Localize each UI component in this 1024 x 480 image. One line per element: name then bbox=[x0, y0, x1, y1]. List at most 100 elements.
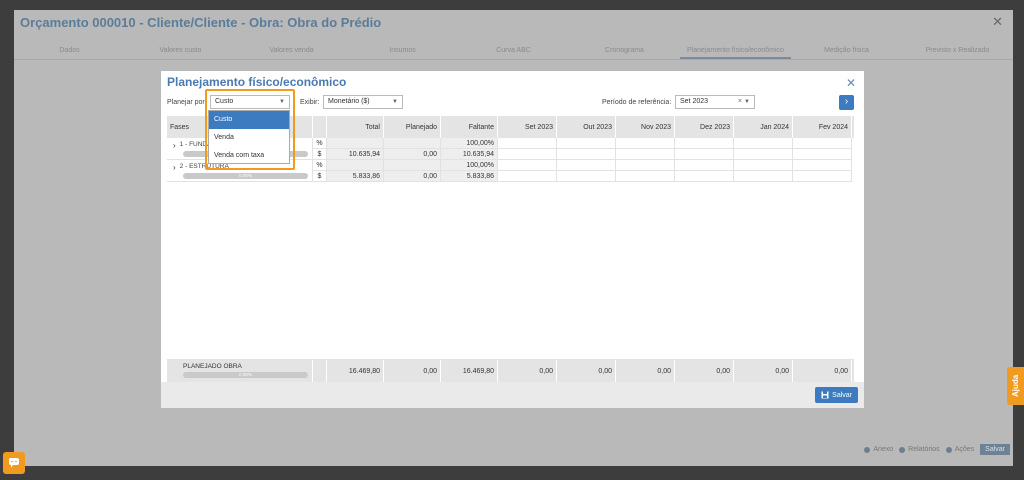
header-month: Out 2023 bbox=[557, 116, 616, 138]
unit-cell: % bbox=[313, 160, 327, 171]
background-save-label: Salvar bbox=[985, 446, 1005, 453]
background-footer: Anexo Relatórios Ações Salvar bbox=[864, 444, 1010, 455]
faltante-cell: 100,00% bbox=[441, 160, 498, 171]
close-icon[interactable]: ✕ bbox=[846, 76, 856, 90]
month-cell[interactable] bbox=[616, 149, 675, 160]
month-cell[interactable] bbox=[675, 138, 734, 149]
table-row: 0,00% $ 5.833,86 0,00 5.833,86 bbox=[167, 171, 854, 182]
footer-label-cell: PLANEJADO OBRA 0,00% bbox=[167, 360, 313, 382]
save-icon bbox=[821, 391, 829, 399]
planejado-cell: 0,00 bbox=[384, 171, 441, 182]
save-button[interactable]: Salvar bbox=[815, 387, 858, 403]
month-cell[interactable] bbox=[557, 138, 616, 149]
month-cell[interactable] bbox=[616, 138, 675, 149]
footer-unit bbox=[313, 360, 327, 382]
header-faltante: Faltante bbox=[441, 116, 498, 138]
month-cell[interactable] bbox=[734, 171, 793, 182]
month-cell[interactable] bbox=[616, 160, 675, 171]
progress-bar: 0,00% bbox=[183, 173, 308, 179]
faltante-cell: 5.833,86 bbox=[441, 171, 498, 182]
relatorios-icon bbox=[899, 446, 906, 453]
footer-month: 0,00 bbox=[793, 360, 852, 382]
exibir-label: Exibir: bbox=[300, 99, 320, 106]
footer-month: 0,00 bbox=[557, 360, 616, 382]
unit-cell: $ bbox=[313, 171, 327, 182]
tab-curva-abc[interactable]: Curva ABC bbox=[458, 42, 569, 59]
tab-insumos[interactable]: Insumos bbox=[347, 42, 458, 59]
highlight-box bbox=[205, 89, 295, 170]
table-body-empty bbox=[167, 182, 854, 360]
periodo-label: Período de referência: bbox=[602, 99, 672, 106]
footer-label: PLANEJADO OBRA bbox=[183, 363, 242, 370]
tab-planejamento[interactable]: Planejamento físico/econômico bbox=[680, 42, 791, 59]
acoes-icon bbox=[945, 446, 952, 453]
footer-planejado: 0,00 bbox=[384, 360, 441, 382]
chat-button[interactable] bbox=[3, 452, 25, 474]
header-unit bbox=[313, 116, 327, 138]
clear-icon[interactable]: × bbox=[738, 96, 742, 108]
total-cell: 5.833,86 bbox=[327, 171, 384, 182]
exibir-select[interactable]: Monetário ($) ▼ bbox=[323, 95, 403, 109]
phase-cell: 0,00% bbox=[167, 171, 313, 182]
tab-cronograma[interactable]: Cronograma bbox=[569, 42, 680, 59]
exibir-value: Monetário ($) bbox=[328, 98, 370, 105]
acoes-label: Ações bbox=[954, 446, 975, 453]
header-planejado: Planejado bbox=[384, 116, 441, 138]
next-period-button[interactable]: › bbox=[839, 95, 854, 110]
month-cell[interactable] bbox=[498, 171, 557, 182]
month-cell[interactable] bbox=[734, 138, 793, 149]
header-month: Jan 2024 bbox=[734, 116, 793, 138]
total-cell: 10.635,94 bbox=[327, 149, 384, 160]
background-title: Orçamento 000010 - Cliente/Cliente - Obr… bbox=[20, 15, 382, 30]
month-cell[interactable] bbox=[793, 160, 852, 171]
month-cell[interactable] bbox=[498, 138, 557, 149]
acoes-button[interactable]: Ações bbox=[945, 446, 975, 453]
tab-valores-custo[interactable]: Valores custo bbox=[125, 42, 236, 59]
tab-valores-venda[interactable]: Valores venda bbox=[236, 42, 347, 59]
month-cell[interactable] bbox=[793, 171, 852, 182]
month-cell[interactable] bbox=[734, 149, 793, 160]
periodo-select[interactable]: Set 2023 × ▼ bbox=[675, 95, 755, 109]
faltante-cell: 100,00% bbox=[441, 138, 498, 149]
chevron-down-icon: ▼ bbox=[744, 99, 750, 105]
table-footer: PLANEJADO OBRA 0,00% 16.469,80 0,00 16.4… bbox=[167, 360, 854, 382]
month-cell[interactable] bbox=[557, 160, 616, 171]
month-cell[interactable] bbox=[675, 149, 734, 160]
faltante-cell: 10.635,94 bbox=[441, 149, 498, 160]
anexo-button[interactable]: Anexo bbox=[864, 446, 893, 453]
periodo-value: Set 2023 bbox=[680, 98, 709, 105]
header-month: Nov 2023 bbox=[616, 116, 675, 138]
month-cell[interactable] bbox=[793, 138, 852, 149]
tab-previsto-realizado[interactable]: Previsto x Realizado bbox=[902, 42, 1013, 59]
unit-cell: % bbox=[313, 138, 327, 149]
background-close-icon[interactable]: ✕ bbox=[992, 14, 1003, 30]
month-cell[interactable] bbox=[557, 149, 616, 160]
month-cell[interactable] bbox=[675, 160, 734, 171]
modal-footer: Salvar bbox=[161, 382, 864, 408]
header-month: Fev 2024 bbox=[793, 116, 852, 138]
footer-progress-bar: 0,00% bbox=[183, 372, 308, 378]
month-cell[interactable] bbox=[734, 160, 793, 171]
modal-title: Planejamento físico/econômico bbox=[167, 75, 347, 89]
anexo-icon bbox=[864, 446, 871, 453]
month-cell[interactable] bbox=[498, 149, 557, 160]
background-save-button[interactable]: Salvar bbox=[980, 444, 1010, 455]
month-cell[interactable] bbox=[498, 160, 557, 171]
background-tabs: Dados Valores custo Valores venda Insumo… bbox=[14, 42, 1013, 60]
month-cell[interactable] bbox=[557, 171, 616, 182]
relatorios-label: Relatórios bbox=[908, 446, 940, 453]
month-cell[interactable] bbox=[616, 171, 675, 182]
tab-medicao-fisica[interactable]: Medição física bbox=[791, 42, 902, 59]
month-cell[interactable] bbox=[675, 171, 734, 182]
chevron-right-icon: › bbox=[844, 96, 849, 107]
footer-month: 0,00 bbox=[498, 360, 557, 382]
help-tab[interactable]: Ajuda bbox=[1007, 367, 1024, 405]
total-cell bbox=[327, 138, 384, 149]
relatorios-button[interactable]: Relatórios bbox=[899, 446, 940, 453]
header-total: Total bbox=[327, 116, 384, 138]
month-cell[interactable] bbox=[793, 149, 852, 160]
planejado-cell bbox=[384, 160, 441, 171]
tab-dados[interactable]: Dados bbox=[14, 42, 125, 59]
footer-month: 0,00 bbox=[734, 360, 793, 382]
anexo-label: Anexo bbox=[873, 446, 894, 453]
